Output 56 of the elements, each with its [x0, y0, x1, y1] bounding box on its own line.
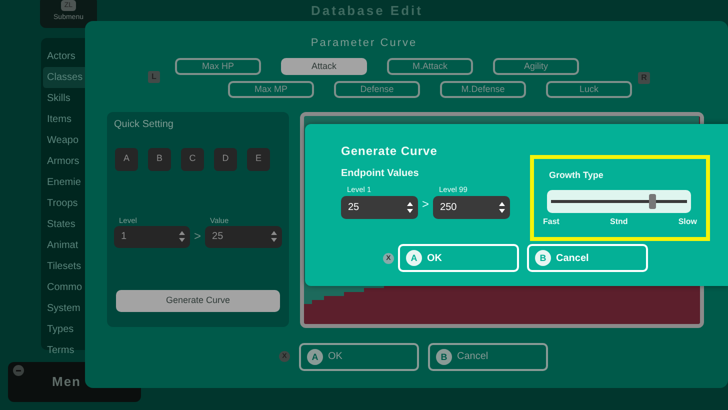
key-icon: A [406, 250, 422, 266]
dialog-button[interactable]: B Cancel [527, 244, 648, 272]
parameter-tab[interactable]: Max MP [228, 80, 314, 98]
parameter-tab[interactable]: M.Defense [440, 80, 526, 98]
sidebar-item[interactable]: Animat [43, 235, 99, 256]
minus-icon [13, 365, 24, 376]
dialog-title: Parameter Curve [310, 36, 418, 51]
sidebar-item[interactable]: Terms [43, 340, 99, 361]
sidebar-item[interactable]: Weapo [43, 130, 99, 151]
sidebar-item[interactable]: Enemie [43, 172, 99, 193]
dialog-button[interactable]: A OK [299, 342, 419, 370]
slider-thumb[interactable] [648, 194, 656, 208]
key-icon: B [436, 348, 452, 364]
parameter-tab[interactable]: Attack [281, 58, 367, 74]
section-label: Endpoint Values [341, 167, 420, 181]
sidebar-item[interactable]: Commo [43, 277, 99, 298]
parameter-tab[interactable]: Defense [334, 80, 420, 98]
sidebar-item[interactable]: Types [43, 319, 99, 340]
sidebar-item[interactable]: System [43, 298, 99, 319]
preset-button[interactable]: B [148, 148, 171, 170]
parameter-tab[interactable]: Max HP [175, 58, 261, 74]
parameter-tab[interactable]: M.Attack [387, 58, 473, 74]
sidebar-item[interactable]: States [43, 214, 99, 235]
panel-title: Quick Setting [114, 118, 174, 132]
sidebar-item[interactable]: Items [43, 109, 99, 130]
section-label: Growth Type [549, 169, 604, 182]
separator-text: > [422, 196, 430, 213]
screen-title: Database Edit [311, 3, 423, 19]
generate-curve-button[interactable]: Generate Curve [116, 290, 280, 312]
sidebar-item[interactable]: Tilesets [43, 256, 99, 277]
dialog-button[interactable]: B Cancel [428, 342, 548, 370]
sidebar-item[interactable]: Skills [43, 88, 99, 109]
dialog-button[interactable]: A OK [398, 244, 519, 272]
level-spinner[interactable]: 1 [114, 226, 190, 248]
preset-button[interactable]: E [247, 148, 270, 170]
separator-text: > [194, 228, 202, 245]
key-icon: A [307, 348, 323, 364]
endpoint-spinner[interactable]: 250 [433, 196, 510, 220]
endpoint-spinner[interactable]: 25 [341, 196, 418, 220]
preset-button[interactable]: A [115, 148, 138, 170]
sidebar-item[interactable]: Armors [43, 151, 99, 172]
preset-button[interactable]: D [214, 148, 237, 170]
tick-label: Fast [543, 216, 560, 228]
sidebar-item[interactable]: Actors [43, 46, 99, 67]
dialog-title: Generate Curve [341, 143, 438, 160]
key-icon: B [535, 250, 551, 266]
sidebar-item[interactable]: Troops [43, 193, 99, 214]
parameter-tab[interactable]: Luck [546, 80, 632, 98]
spinner-arrows-icon[interactable] [499, 202, 506, 214]
value-spinner[interactable]: 25 [205, 226, 282, 248]
tick-label: Slow [678, 216, 698, 228]
spinner-arrows-icon[interactable] [407, 202, 413, 214]
tick-label: Stnd [610, 216, 628, 228]
parameter-tab[interactable]: Agility [493, 58, 579, 74]
preset-button[interactable]: C [181, 148, 204, 170]
growth-slider[interactable] [547, 190, 692, 212]
